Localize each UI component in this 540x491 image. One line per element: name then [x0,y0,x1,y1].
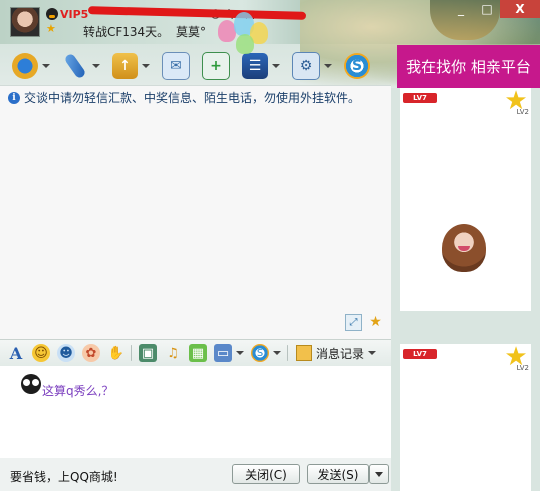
voice-call-icon [63,52,87,80]
message-input-text: 这算q秀么,？ [42,384,114,398]
contact-signature: 转战CF134天。 [83,25,170,39]
owl-emoticon-icon [21,374,41,394]
format-toolbar: A ☺ ☻ ✿ ✋ ▣ ♫ ▦ ▭ S 消息记录 [0,339,391,367]
qq-show-panel: LV7 ★ LV2 LV7 ★ LV2 [391,88,540,491]
expand-icon[interactable]: ⤢ [345,314,362,331]
qq-penguin-icon [46,8,58,20]
qq-chat-window: VIP5 @vip.qq ★ 转战CF134天。 莫莫° _ □ X ↑ ✉ + [0,0,540,491]
send-email-button[interactable]: ✉ [162,52,190,80]
security-warning-text: 交谈中请勿轻信汇款、中奖信息、陌生电话，勿使用外挂软件。 [24,91,361,105]
message-history-panel[interactable]: i 交谈中请勿轻信汇款、中奖信息、陌生电话，勿使用外挂软件。 ⤢ ★ [0,85,391,340]
video-call-icon [12,53,38,79]
balloons-decoration [208,12,288,75]
chevron-down-icon[interactable] [236,351,244,355]
voice-call-button[interactable] [62,52,100,80]
magic-face-icon[interactable]: ☻ [57,344,75,362]
star-level-label: LV2 [516,108,529,116]
send-button[interactable]: 发送(S) [307,464,369,484]
video-call-button[interactable] [12,53,50,79]
redaction-mark [87,6,307,20]
bottom-bar: 要省钱，上QQ商城! 关闭(C) 发送(S) [0,458,391,491]
chevron-down-icon[interactable] [324,64,332,68]
font-button[interactable]: A [7,344,25,363]
vip-badge[interactable]: VIP5 [60,8,88,21]
level-badge: LV7 [403,93,437,103]
star-level-label: LV2 [516,364,529,372]
send-image-icon[interactable]: ▣ [139,344,157,362]
app-settings-button[interactable]: ⚙ [292,52,332,80]
send-options-button[interactable] [369,464,389,484]
toolbar-divider [131,345,132,361]
send-email-icon: ✉ [162,52,190,80]
send-file-icon: ↑ [112,53,138,79]
emoticon-icon[interactable]: ☺ [32,344,50,362]
info-icon: i [8,91,20,104]
soso-search-icon[interactable]: S [251,344,269,362]
chat-toolbar: ↑ ✉ + ☰ ⚙ S [0,48,396,84]
security-warning: i 交谈中请勿轻信汇款、中奖信息、陌生电话，勿使用外挂软件。 [8,89,360,106]
close-window-button[interactable]: X [500,0,540,18]
close-chat-button[interactable]: 关闭(C) [232,464,300,484]
contact-avatar[interactable] [10,7,40,37]
nudge-icon[interactable]: ✋ [107,344,125,362]
chevron-down-icon [375,471,383,477]
qq-show-avatar [442,224,486,272]
window-controls: _ □ X [448,0,540,18]
maximize-button[interactable]: □ [474,0,500,18]
dating-promo-banner[interactable]: 我在找你 相亲平台 [397,45,540,88]
app-settings-icon: ⚙ [292,52,320,80]
contact-nickname: 莫莫° [176,25,207,39]
send-file-button[interactable]: ↑ [112,53,150,79]
star-icon: ★ [46,22,56,35]
chevron-down-icon[interactable] [142,64,150,68]
chevron-down-icon[interactable] [368,351,377,355]
chevron-down-icon[interactable] [273,351,281,355]
message-input[interactable]: 这算q秀么,？ [0,366,391,458]
screenshot-icon[interactable]: ▭ [214,344,232,362]
toolbar-divider [287,345,288,361]
contact-qq-show-card[interactable]: LV7 ★ LV2 [400,88,531,311]
qq-mall-link[interactable]: 要省钱，上QQ商城! [10,468,118,485]
soso-button[interactable]: S [344,53,370,79]
message-history-button[interactable]: 消息记录 [296,345,377,362]
music-icon[interactable]: ♫ [164,344,182,362]
chevron-down-icon[interactable] [92,64,100,68]
self-qq-show-card[interactable]: LV7 ★ LV2 [400,344,531,491]
level-badge: LV7 [403,349,437,359]
sticker-icon[interactable]: ✿ [82,344,100,362]
minimize-button[interactable]: _ [448,0,474,18]
chevron-down-icon[interactable] [42,64,50,68]
magic-emotion-icon[interactable]: ★ [367,313,384,330]
soso-icon: S [344,53,370,79]
history-icon [296,345,312,361]
message-history-label: 消息记录 [316,346,365,361]
gift-icon[interactable]: ▦ [189,344,207,362]
